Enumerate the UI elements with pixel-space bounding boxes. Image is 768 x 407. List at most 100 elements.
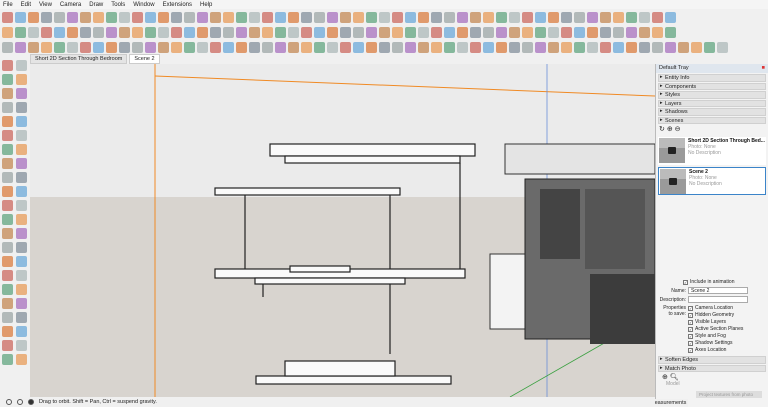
tool-icon[interactable]: [405, 11, 416, 23]
tool-icon[interactable]: [16, 228, 27, 239]
tool-icon[interactable]: [431, 26, 442, 38]
tool-icon[interactable]: [171, 26, 182, 38]
tool-icon[interactable]: [574, 11, 585, 23]
tool-icon[interactable]: [80, 41, 91, 53]
tool-icon[interactable]: [275, 41, 286, 53]
tool-icon[interactable]: [457, 41, 468, 53]
tool-icon[interactable]: [340, 41, 351, 53]
tool-icon[interactable]: [457, 11, 468, 23]
panel-scenes[interactable]: Scenes: [658, 116, 766, 124]
tool-icon[interactable]: [16, 256, 27, 267]
tool-icon[interactable]: [16, 116, 27, 127]
zoom-icon[interactable]: 🔍︎: [670, 374, 679, 381]
tool-icon[interactable]: [366, 41, 377, 53]
tool-icon[interactable]: [561, 11, 572, 23]
tool-icon[interactable]: [626, 41, 637, 53]
tool-icon[interactable]: [275, 26, 286, 38]
tool-icon[interactable]: [691, 41, 702, 53]
tool-icon[interactable]: [16, 242, 27, 253]
tool-icon[interactable]: [145, 26, 156, 38]
tool-icon[interactable]: [171, 11, 182, 23]
tool-icon[interactable]: [626, 11, 637, 23]
tool-icon[interactable]: [600, 41, 611, 53]
tool-icon[interactable]: [2, 256, 13, 267]
property-checkbox[interactable]: ✓: [688, 305, 693, 311]
tool-icon[interactable]: [2, 102, 13, 113]
tool-icon[interactable]: [16, 312, 27, 323]
tool-icon[interactable]: [496, 26, 507, 38]
tool-icon[interactable]: [613, 41, 624, 53]
tool-icon[interactable]: [16, 284, 27, 295]
tool-icon[interactable]: [2, 26, 13, 38]
tool-icon[interactable]: [574, 41, 585, 53]
tool-icon[interactable]: [210, 26, 221, 38]
tool-icon[interactable]: [535, 11, 546, 23]
panel-components[interactable]: Components: [658, 82, 766, 90]
tool-icon[interactable]: [249, 11, 260, 23]
tool-icon[interactable]: [236, 11, 247, 23]
tool-icon[interactable]: [2, 214, 13, 225]
tool-icon[interactable]: [119, 41, 130, 53]
panel-shadows[interactable]: Shadows: [658, 108, 766, 116]
tool-icon[interactable]: [483, 26, 494, 38]
tool-icon[interactable]: [288, 11, 299, 23]
tool-icon[interactable]: [2, 11, 13, 23]
tool-icon[interactable]: [704, 41, 715, 53]
tool-icon[interactable]: [353, 11, 364, 23]
tool-icon[interactable]: [314, 26, 325, 38]
tool-icon[interactable]: [379, 41, 390, 53]
tool-icon[interactable]: [28, 26, 39, 38]
tool-icon[interactable]: [2, 158, 13, 169]
tool-icon[interactable]: [522, 11, 533, 23]
tool-icon[interactable]: [496, 11, 507, 23]
tool-icon[interactable]: [132, 41, 143, 53]
tool-icon[interactable]: [2, 186, 13, 197]
tool-icon[interactable]: [54, 26, 65, 38]
tool-icon[interactable]: [652, 41, 663, 53]
tool-icon[interactable]: [548, 41, 559, 53]
tool-icon[interactable]: [418, 41, 429, 53]
tool-icon[interactable]: [522, 41, 533, 53]
menu-view[interactable]: View: [39, 2, 52, 8]
tool-icon[interactable]: [561, 41, 572, 53]
tool-icon[interactable]: [16, 298, 27, 309]
property-checkbox[interactable]: ✓: [688, 319, 693, 325]
tool-icon[interactable]: [16, 340, 27, 351]
tool-icon[interactable]: [509, 11, 520, 23]
tool-icon[interactable]: [223, 11, 234, 23]
tool-icon[interactable]: [639, 26, 650, 38]
tool-icon[interactable]: [301, 26, 312, 38]
tool-icon[interactable]: [158, 26, 169, 38]
tool-icon[interactable]: [353, 41, 364, 53]
tool-icon[interactable]: [16, 102, 27, 113]
tool-icon[interactable]: [16, 130, 27, 141]
tool-icon[interactable]: [16, 214, 27, 225]
tool-icon[interactable]: [119, 11, 130, 23]
tool-icon[interactable]: [16, 60, 27, 71]
tool-icon[interactable]: [2, 340, 13, 351]
tool-icon[interactable]: [16, 326, 27, 337]
tool-icon[interactable]: [106, 26, 117, 38]
tool-icon[interactable]: [444, 11, 455, 23]
tool-icon[interactable]: [275, 11, 286, 23]
tool-icon[interactable]: [223, 26, 234, 38]
tool-icon[interactable]: [80, 26, 91, 38]
tool-icon[interactable]: [405, 41, 416, 53]
tool-icon[interactable]: [678, 41, 689, 53]
tool-icon[interactable]: [509, 26, 520, 38]
tool-icon[interactable]: [2, 326, 13, 337]
tool-icon[interactable]: [67, 26, 78, 38]
tool-icon[interactable]: [522, 26, 533, 38]
tool-icon[interactable]: [2, 270, 13, 281]
tool-icon[interactable]: [470, 26, 481, 38]
tool-icon[interactable]: [366, 11, 377, 23]
tool-icon[interactable]: [587, 26, 598, 38]
tool-icon[interactable]: [483, 11, 494, 23]
tool-icon[interactable]: [665, 26, 676, 38]
tool-icon[interactable]: [496, 41, 507, 53]
tool-icon[interactable]: [106, 41, 117, 53]
tool-icon[interactable]: [16, 74, 27, 85]
tool-icon[interactable]: [379, 11, 390, 23]
tool-icon[interactable]: [132, 26, 143, 38]
panel-layers[interactable]: Layers: [658, 99, 766, 107]
